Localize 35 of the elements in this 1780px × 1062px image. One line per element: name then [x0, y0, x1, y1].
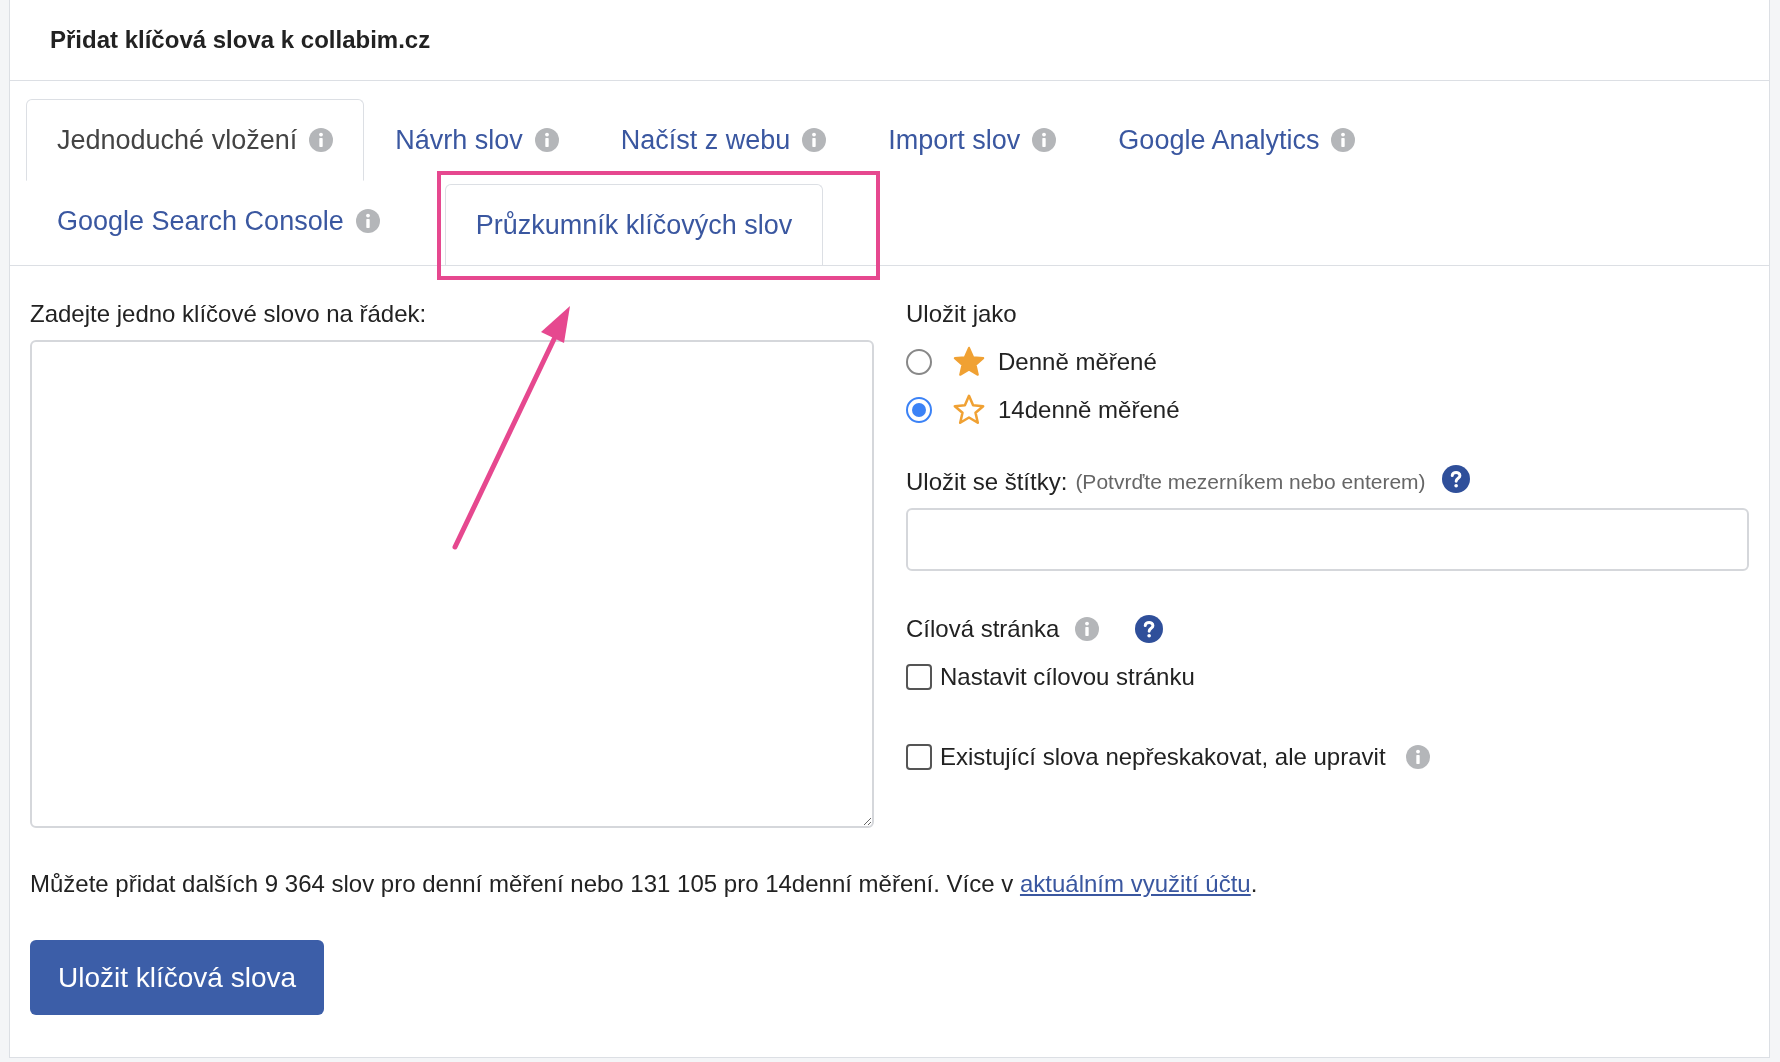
- radio-button[interactable]: [906, 397, 932, 423]
- usage-link[interactable]: aktuálním využití účtu: [1019, 870, 1251, 897]
- info-icon: [802, 128, 827, 152]
- tags-hint: (Potvrďte mezerníkem nebo enterem): [1075, 469, 1426, 496]
- target-page-label: Cílová stránka: [906, 614, 1060, 644]
- panel-title: Přidat klíčová slova k collabim.cz: [50, 25, 431, 55]
- info-icon: [1405, 745, 1430, 769]
- tab[interactable]: Google Search Console: [26, 180, 411, 262]
- checkbox-label: Existující slova nepřeskakovat, ale upravit: [940, 742, 1386, 772]
- info-icon: [534, 128, 559, 152]
- tags-input[interactable]: [906, 508, 1749, 571]
- tab[interactable]: Import slov: [857, 99, 1088, 181]
- save-as-label: Uložit jako: [906, 299, 1018, 329]
- save-keywords-button[interactable]: Uložit klíčová slova: [30, 940, 325, 1015]
- info-icon: [355, 209, 380, 233]
- radio-button[interactable]: [906, 349, 932, 375]
- info-icon: [309, 128, 334, 152]
- tab[interactable]: Návrh slov: [364, 99, 590, 181]
- tab[interactable]: Načíst z webu: [589, 99, 858, 181]
- checkbox-label: Nastavit cílovou stránku: [940, 662, 1195, 692]
- option-label: 14denně měřené: [998, 395, 1180, 425]
- usage-note: Můžete přidat dalších 9 364 slov pro denní měření nebo 131 105 pro 14denní měření. Více v aktuálním využití účtu.: [30, 869, 1259, 899]
- tab[interactable]: Google Analytics: [1087, 99, 1387, 181]
- keywords-label: Zadejte jedno klíčové slovo na řádek:: [30, 299, 428, 329]
- tab[interactable]: Průzkumník klíčových slov: [444, 184, 824, 266]
- info-icon: [1331, 128, 1356, 152]
- checkbox[interactable]: [906, 664, 932, 690]
- help-icon[interactable]: [1135, 615, 1164, 643]
- info-icon: [1032, 128, 1057, 152]
- tab[interactable]: Jednoduché vložení: [26, 99, 365, 181]
- checkbox[interactable]: [906, 744, 932, 770]
- option-label: Denně měřené: [998, 347, 1157, 377]
- info-icon: [1075, 617, 1100, 641]
- help-icon[interactable]: [1441, 465, 1470, 493]
- tags-label: Uložit se štítky:: [906, 467, 1068, 497]
